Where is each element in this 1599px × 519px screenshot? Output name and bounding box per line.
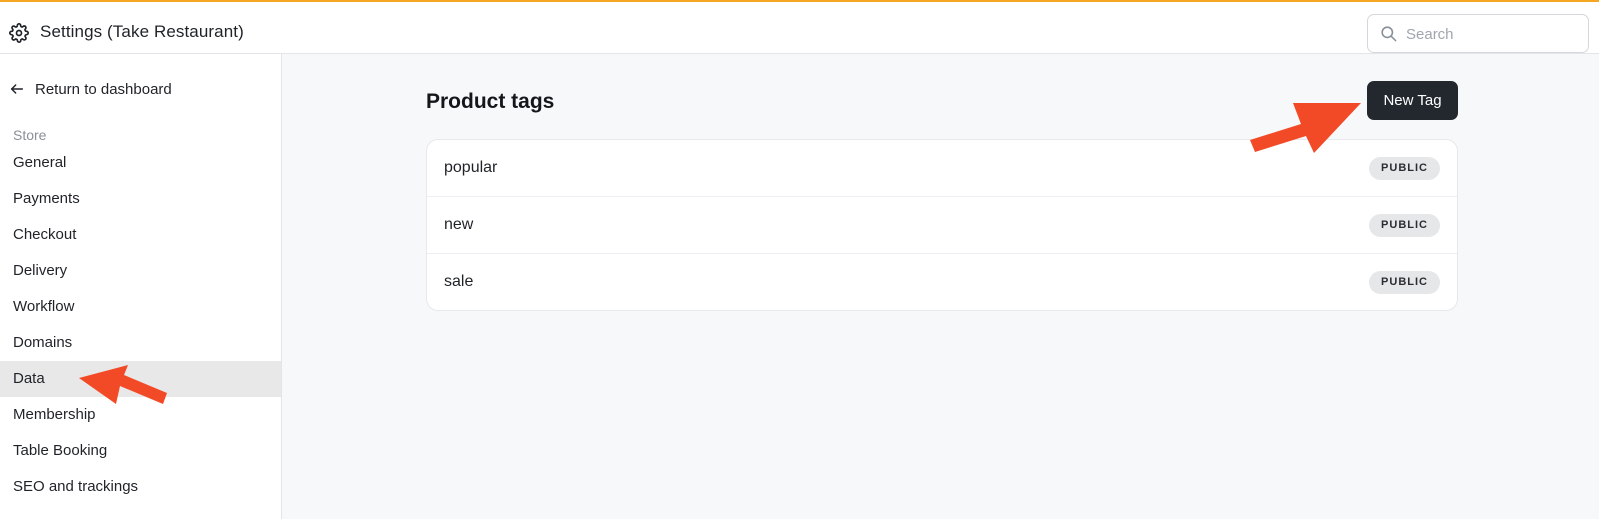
sidebar-item-payments[interactable]: Payments <box>0 181 281 217</box>
sidebar-item-membership[interactable]: Membership <box>0 397 281 433</box>
page-header-title: Settings (Take Restaurant) <box>40 22 244 41</box>
tag-name: popular <box>444 159 498 176</box>
search-icon <box>1381 26 1397 42</box>
tag-row[interactable]: sale PUBLIC <box>427 254 1457 310</box>
sidebar-item-table-booking[interactable]: Table Booking <box>0 433 281 469</box>
visibility-badge: PUBLIC <box>1369 271 1440 294</box>
gear-icon <box>9 23 29 43</box>
sidebar: Return to dashboard Store General Paymen… <box>0 54 282 519</box>
tag-row[interactable]: new PUBLIC <box>427 197 1457 254</box>
sidebar-section-store: Store <box>13 127 47 143</box>
sidebar-item-domains[interactable]: Domains <box>0 325 281 361</box>
tag-row[interactable]: popular PUBLIC <box>427 140 1457 197</box>
tag-list: popular PUBLIC new PUBLIC sale PUBLIC <box>426 139 1458 311</box>
new-tag-button[interactable]: New Tag <box>1367 81 1458 120</box>
visibility-badge: PUBLIC <box>1369 157 1440 180</box>
sidebar-nav: General Payments Checkout Delivery Workf… <box>0 145 281 505</box>
visibility-badge: PUBLIC <box>1369 214 1440 237</box>
sidebar-item-checkout[interactable]: Checkout <box>0 217 281 253</box>
search-input[interactable] <box>1406 22 1576 46</box>
tag-name: sale <box>444 273 474 290</box>
return-to-dashboard-label: Return to dashboard <box>35 80 172 98</box>
sidebar-item-delivery[interactable]: Delivery <box>0 253 281 289</box>
tag-name: new <box>444 216 474 233</box>
return-to-dashboard-link[interactable]: Return to dashboard <box>9 78 209 100</box>
sidebar-item-general[interactable]: General <box>0 145 281 181</box>
sidebar-item-workflow[interactable]: Workflow <box>0 289 281 325</box>
sidebar-item-seo-and-trackings[interactable]: SEO and trackings <box>0 469 281 505</box>
page-title: Product tags <box>426 90 555 113</box>
arrow-left-icon <box>10 84 24 94</box>
top-bar: Settings (Take Restaurant) <box>0 0 1599 54</box>
search-box[interactable] <box>1367 14 1589 53</box>
main-content: Product tags New Tag popular PUBLIC new … <box>282 54 1599 519</box>
sidebar-item-data[interactable]: Data <box>0 361 281 397</box>
